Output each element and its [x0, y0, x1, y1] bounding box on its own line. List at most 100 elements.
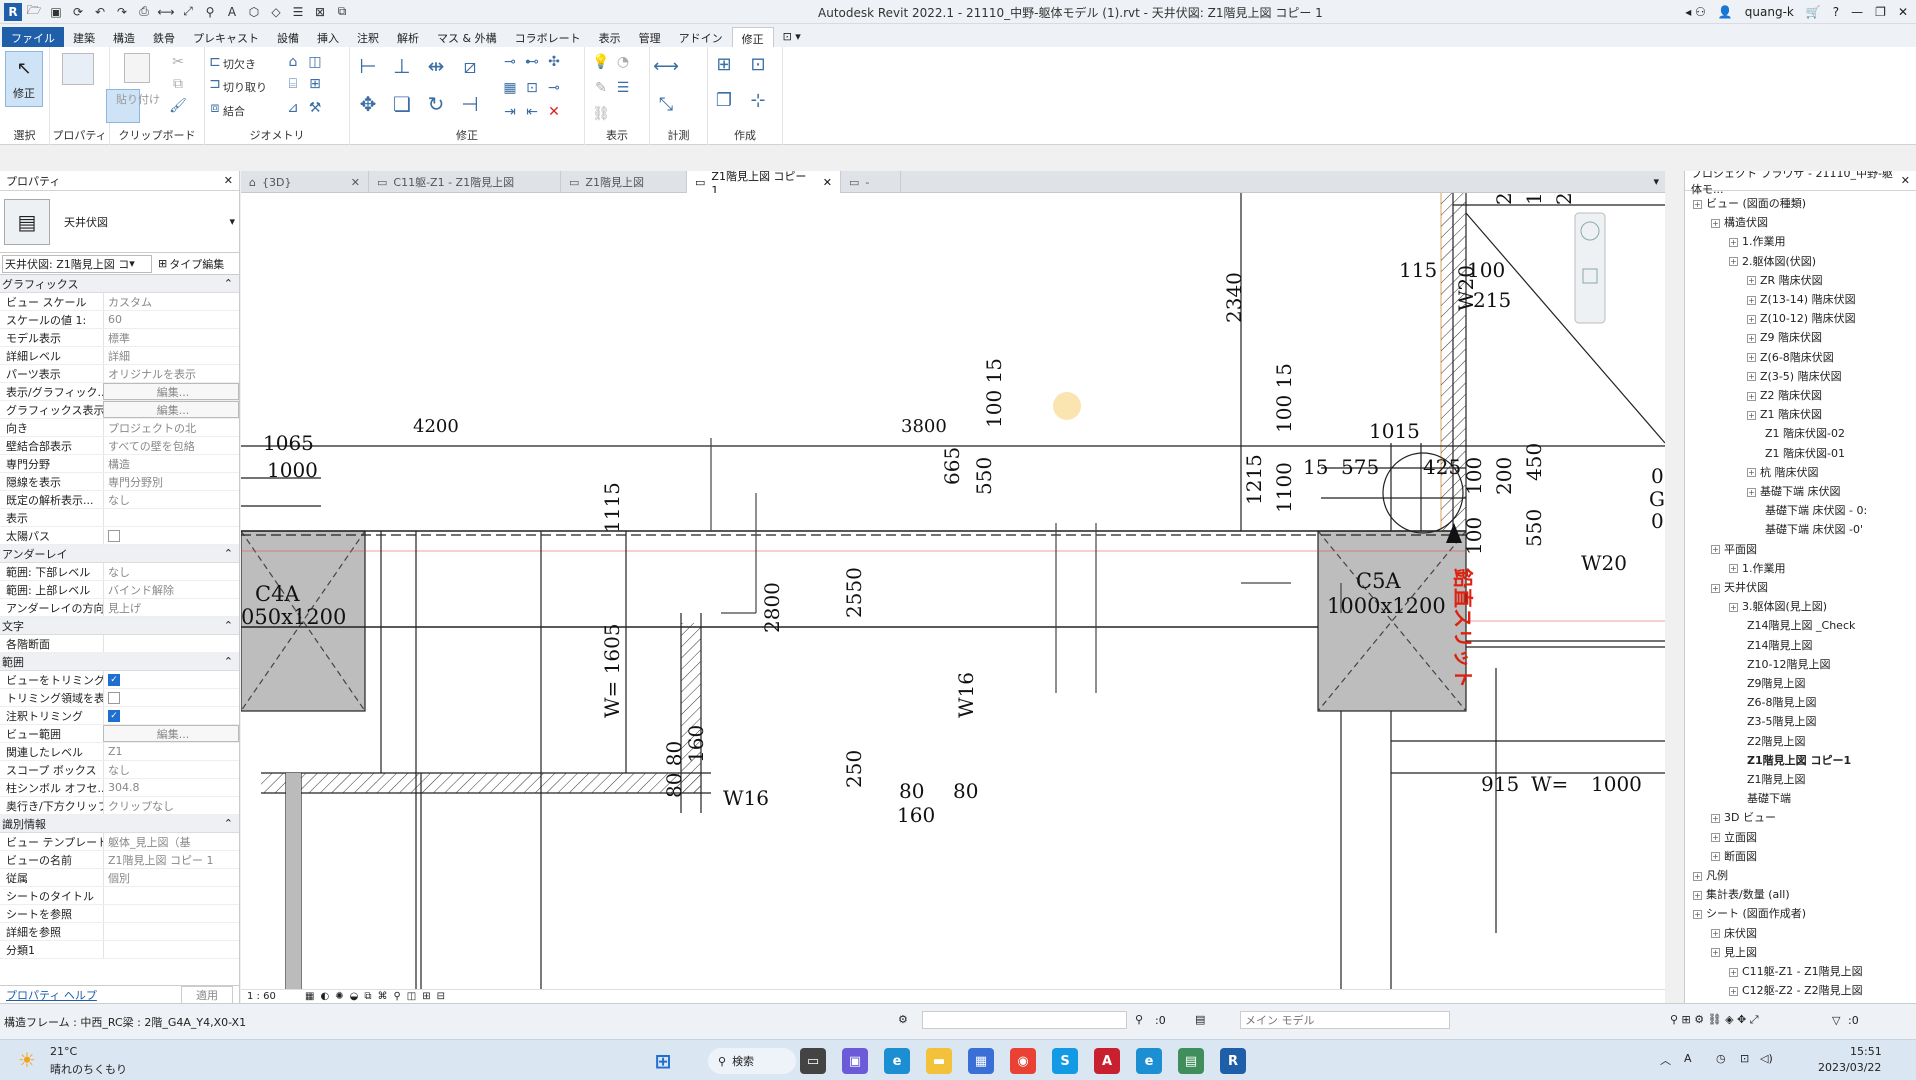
property-value[interactable]: カスタム	[103, 293, 239, 310]
extend-icon[interactable]: ⇤	[522, 103, 542, 121]
copy-icon[interactable]: ⧉	[168, 75, 188, 93]
property-value[interactable]: なし	[103, 563, 239, 580]
file-explorer-icon[interactable]: ▬	[926, 1048, 952, 1074]
property-row[interactable]: スケールの値 1: 60	[0, 311, 239, 329]
tab-structure[interactable]: 構造	[104, 27, 144, 47]
browser-item[interactable]: + Z2 階床伏図	[1747, 387, 1822, 403]
create-group-icon[interactable]: ❐	[714, 90, 734, 111]
close-tab-icon[interactable]: ✕	[823, 176, 832, 189]
property-value[interactable]	[103, 887, 239, 904]
tab-annotate[interactable]: 注釈	[348, 27, 388, 47]
tag-icon[interactable]: ⚲	[200, 3, 220, 21]
chrome-icon[interactable]: ◉	[1010, 1048, 1036, 1074]
join-icon[interactable]: ⧈	[205, 99, 225, 117]
browser-item[interactable]: + Z1 階床伏図	[1747, 406, 1822, 422]
property-value[interactable]: オリジナルを表示	[103, 365, 239, 382]
expand-toggle-icon[interactable]: +	[1729, 564, 1738, 574]
expand-toggle-icon[interactable]: +	[1693, 909, 1702, 919]
browser-item[interactable]: Z1 階床伏図-01	[1765, 445, 1845, 461]
skype-icon[interactable]: S	[1052, 1048, 1078, 1074]
tab-steel[interactable]: 鉄骨	[144, 27, 184, 47]
property-section[interactable]: 文字 ⌃	[0, 617, 239, 635]
property-value[interactable]: 詳細	[103, 347, 239, 364]
windows-start-icon[interactable]: ⊞	[650, 1048, 676, 1074]
beam-join-icon[interactable]: ⊿	[283, 99, 303, 117]
tab-massing[interactable]: マス & 外構	[428, 27, 506, 47]
browser-item[interactable]: +2.躯体図(伏図)	[1729, 253, 1816, 269]
undo-icon[interactable]: ↶	[90, 3, 110, 21]
minimize-button[interactable]: —	[1851, 5, 1863, 19]
property-value[interactable]: Z1	[103, 743, 239, 760]
close-tab-icon[interactable]: ✕	[351, 176, 360, 189]
property-value[interactable]: 専門分野別	[103, 473, 239, 490]
open-icon[interactable]: 🗁	[24, 3, 44, 21]
collapse-icon[interactable]: ⌃	[224, 547, 233, 560]
view-lines-icon[interactable]: ☰	[613, 79, 633, 97]
property-row[interactable]: 注釈トリミング ✓	[0, 707, 239, 725]
property-row[interactable]: ビューの名前 Z1階見上図 コピー 1	[0, 851, 239, 869]
checkbox[interactable]: ✓	[108, 673, 120, 686]
property-row[interactable]: 奥行き/下方クリップ クリップなし	[0, 797, 239, 815]
property-value[interactable]: Z1階見上図 コピー 1	[103, 851, 239, 868]
property-row[interactable]: 関連したレベル Z1	[0, 743, 239, 761]
expand-toggle-icon[interactable]: +	[1711, 929, 1720, 939]
workset-dropdown[interactable]	[922, 1011, 1127, 1029]
property-value[interactable]: 60	[103, 311, 239, 328]
mirror-axis-icon[interactable]: ⇹	[426, 54, 446, 78]
expand-toggle-icon[interactable]: +	[1747, 276, 1756, 286]
edge-dev-icon[interactable]: e	[1136, 1048, 1162, 1074]
property-row[interactable]: 範囲: 上部レベル バインド解除	[0, 581, 239, 599]
override-icon[interactable]: ◔	[613, 53, 633, 71]
modify-button[interactable]: ↖ 修正	[5, 51, 43, 107]
property-row[interactable]: 柱シンボル オフセ... 304.8	[0, 779, 239, 797]
filter-icon[interactable]: ▽	[1832, 1014, 1840, 1027]
match-properties-icon[interactable]: 🖌	[168, 97, 188, 115]
move-icon[interactable]: ✥	[358, 92, 378, 116]
property-row[interactable]: 専門分野 構造	[0, 455, 239, 473]
split-face-icon[interactable]: ◫	[305, 53, 325, 71]
property-row[interactable]: ビュー範囲 編集...	[0, 725, 239, 743]
property-row[interactable]: 詳細レベル 詳細	[0, 347, 239, 365]
search-nav-icon[interactable]: ◂ ⚇	[1685, 5, 1706, 19]
browser-close-icon[interactable]: ✕	[1901, 174, 1910, 187]
close-hidden-icon[interactable]: ⊠	[310, 3, 330, 21]
cut-icon[interactable]: ✂	[168, 53, 188, 71]
browser-item[interactable]: + 構造伏図	[1711, 214, 1768, 230]
property-value[interactable]	[103, 905, 239, 922]
browser-item[interactable]: Z10-12階見上図	[1747, 656, 1831, 672]
cart-icon[interactable]: 🛒	[1806, 5, 1821, 19]
property-value[interactable]: 個別	[103, 869, 239, 886]
property-value[interactable]: 見上げ	[103, 599, 239, 616]
property-section[interactable]: 範囲 ⌃	[0, 653, 239, 671]
revit-taskbar-icon[interactable]: R	[1220, 1048, 1246, 1074]
expand-toggle-icon[interactable]: +	[1711, 545, 1720, 555]
help-icon[interactable]: ?	[1833, 5, 1839, 19]
hide-icon[interactable]: 💡	[591, 53, 611, 71]
property-row[interactable]: ビューをトリミング ✓	[0, 671, 239, 689]
link-icon[interactable]: ⛓	[591, 105, 611, 123]
tab-modify[interactable]: 修正	[731, 27, 774, 47]
temp-properties-icon[interactable]: ⊞	[422, 991, 430, 1002]
browser-item[interactable]: Z6-8階見上図	[1747, 694, 1817, 710]
property-section[interactable]: 識別情報 ⌃	[0, 815, 239, 833]
expand-toggle-icon[interactable]: +	[1747, 487, 1756, 497]
edge-icon[interactable]: e	[884, 1048, 910, 1074]
shadows-icon[interactable]: ◒	[350, 991, 359, 1002]
property-value[interactable]: 標準	[103, 329, 239, 346]
demolish-icon[interactable]: ⌸	[283, 75, 303, 93]
property-value[interactable]: バインド解除	[103, 581, 239, 598]
property-row[interactable]: 各階断面	[0, 635, 239, 653]
clock-tray-icon[interactable]: ◷	[1716, 1052, 1726, 1065]
property-value[interactable]: ✓	[103, 707, 239, 724]
property-row[interactable]: 向き プロジェクトの北	[0, 419, 239, 437]
expand-toggle-icon[interactable]: +	[1729, 602, 1738, 612]
tab-architecture[interactable]: 建築	[64, 27, 104, 47]
browser-item[interactable]: + 断面図	[1711, 848, 1757, 864]
expand-toggle-icon[interactable]: +	[1747, 410, 1756, 420]
property-value[interactable]: 編集...	[103, 383, 239, 400]
3d-view-icon[interactable]: ⬡	[244, 3, 264, 21]
expand-toggle-icon[interactable]: +	[1729, 967, 1738, 977]
property-row[interactable]: 壁結合部表示 すべての壁を包絡	[0, 437, 239, 455]
property-row[interactable]: 従属 個別	[0, 869, 239, 887]
copy-element-icon[interactable]: ❏	[392, 92, 412, 116]
